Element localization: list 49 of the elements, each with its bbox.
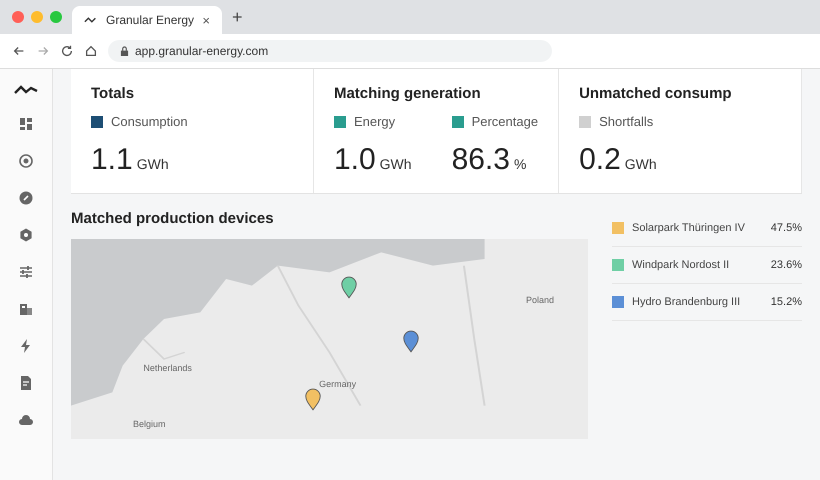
wave-logo-icon[interactable]: [14, 85, 38, 95]
map-label: Belgium: [133, 419, 166, 429]
device-name: Windpark Nordost II: [632, 259, 730, 271]
hexagon-icon[interactable]: [18, 227, 34, 243]
map-label: Netherlands: [143, 363, 192, 373]
map-pin-icon[interactable]: [402, 329, 420, 353]
card-title: Unmatched consump: [579, 85, 733, 102]
section-title: Matched production devices: [71, 210, 275, 227]
device-name: Solarpark Thüringen IV: [632, 222, 746, 234]
card-title: Totals: [91, 85, 136, 102]
reload-icon[interactable]: [60, 44, 74, 58]
address-field[interactable]: app.granular-energy.com: [108, 40, 552, 62]
metric-label: Percentage: [472, 114, 538, 129]
map-pin-icon[interactable]: [304, 387, 322, 411]
metric-value: 0.2: [579, 143, 621, 177]
lock-icon: [120, 46, 129, 56]
device-share: 23.6%: [770, 259, 802, 271]
metric-value: 86.3: [452, 143, 510, 177]
target-icon[interactable]: [18, 153, 34, 169]
metric-value: 1.0: [334, 143, 376, 177]
gauge-icon[interactable]: [18, 190, 34, 206]
metric-unit: %: [514, 156, 526, 172]
building-icon[interactable]: [18, 301, 34, 317]
cloud-icon[interactable]: [18, 412, 34, 428]
tab-title: Granular Energy: [106, 13, 194, 27]
metric-label: Shortfalls: [599, 114, 654, 129]
sliders-icon[interactable]: [18, 264, 34, 280]
close-tab-button[interactable]: ×: [202, 12, 210, 28]
device-share: 47.5%: [770, 222, 802, 234]
map-label: Poland: [526, 295, 554, 305]
new-tab-button[interactable]: +: [232, 6, 243, 28]
metric-unit: GWh: [136, 156, 169, 172]
metric-value: 1.1: [91, 143, 133, 177]
metric-unit: GWh: [380, 156, 412, 172]
metric-label: Energy: [354, 114, 396, 129]
wave-logo-icon: [84, 16, 98, 24]
map-label: Germany: [319, 379, 356, 389]
dashboard-icon[interactable]: [18, 116, 34, 132]
map-pin-icon[interactable]: [340, 275, 358, 299]
browser-tab[interactable]: Granular Energy ×: [72, 6, 222, 34]
back-arrow-icon[interactable]: [12, 44, 26, 58]
card-title: Matching generation: [334, 85, 482, 102]
home-icon[interactable]: [84, 44, 98, 58]
map[interactable]: Netherlands Germany Belgium Poland: [71, 239, 588, 439]
device-name: Hydro Brandenburg III: [632, 296, 742, 308]
device-share: 15.2%: [770, 296, 802, 308]
metric-label: Consumption: [111, 114, 188, 129]
metric-unit: GWh: [624, 156, 657, 172]
document-icon[interactable]: [18, 375, 34, 391]
